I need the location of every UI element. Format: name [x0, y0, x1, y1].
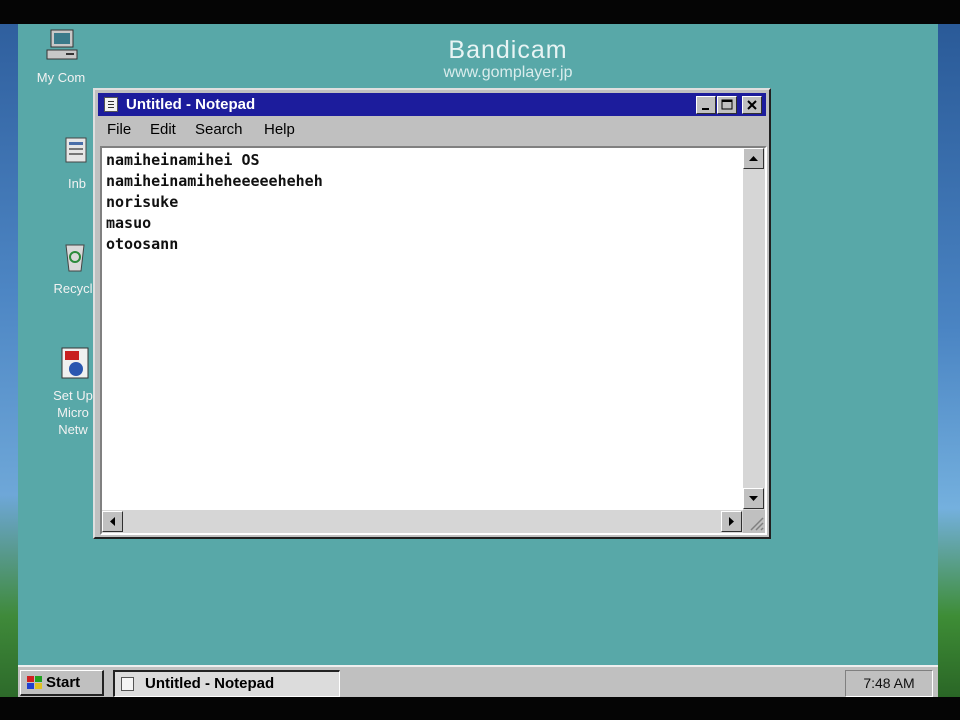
- text-line: norisuke: [106, 193, 179, 211]
- menu-search[interactable]: Search: [195, 121, 243, 139]
- scroll-left-button[interactable]: [102, 511, 123, 532]
- minimize-button[interactable]: [696, 96, 716, 114]
- close-icon: [747, 100, 757, 110]
- scroll-down-button[interactable]: [743, 488, 764, 509]
- scroll-right-button[interactable]: [721, 511, 742, 532]
- desktop-icon-label: My Com: [36, 70, 86, 85]
- text-line: masuo: [106, 214, 152, 232]
- notepad-task-icon: [121, 677, 134, 691]
- close-button[interactable]: [742, 96, 762, 114]
- minimize-icon: [702, 108, 709, 110]
- taskbar: Start Untitled - Notepad 7:48 AM: [18, 665, 938, 697]
- inbox-icon: [65, 137, 87, 163]
- vertical-scrollbar[interactable]: [743, 148, 765, 510]
- menu-help[interactable]: Help: [264, 121, 295, 139]
- resize-grip-icon: [750, 517, 764, 531]
- menu-edit[interactable]: Edit: [150, 121, 176, 139]
- notepad-title-bar[interactable]: Untitled - Notepad: [98, 93, 766, 116]
- maximize-button[interactable]: [717, 96, 737, 114]
- watermark-title: Bandicam: [448, 36, 568, 64]
- window-title: Untitled - Notepad: [126, 96, 256, 113]
- desktop: Bandicam www.gomplayer.jp My Com Inb Rec…: [18, 24, 938, 697]
- host-screen-right-edge: [938, 24, 960, 697]
- arrow-left-icon: [110, 517, 115, 526]
- letterbox-top: [0, 0, 960, 24]
- clock[interactable]: 7:48 AM: [846, 675, 932, 691]
- letterbox-bottom: [0, 697, 960, 720]
- notepad-window: Untitled - Notepad File Edit Search Help…: [93, 88, 771, 539]
- text-line: namiheinamihei OS: [106, 151, 260, 169]
- watermark-url: www.gomplayer.jp: [443, 64, 573, 81]
- text-area[interactable]: namiheinamihei OS namiheinamiheheeeeeheh…: [102, 148, 742, 510]
- notepad-app-icon[interactable]: [104, 97, 118, 112]
- system-tray: 7:48 AM: [845, 670, 933, 697]
- text-editor: namiheinamihei OS namiheinamiheheeeeeheh…: [100, 146, 767, 535]
- maximize-icon: [721, 99, 733, 110]
- windows-logo-icon: [27, 676, 42, 689]
- resize-grip[interactable]: [743, 510, 765, 533]
- menu-file[interactable]: File: [107, 121, 131, 139]
- arrow-up-icon: [749, 156, 758, 161]
- text-line: otoosann: [106, 235, 179, 253]
- taskbar-button-label: Untitled - Notepad: [145, 675, 275, 692]
- scroll-up-button[interactable]: [743, 148, 764, 169]
- taskbar-button-notepad[interactable]: Untitled - Notepad: [113, 670, 340, 697]
- menu-bar: File Edit Search Help: [98, 119, 766, 141]
- text-line: namiheinamiheheeeeeheheh: [106, 172, 323, 190]
- start-label: Start: [46, 674, 81, 691]
- host-screen-left-edge: [0, 24, 18, 697]
- arrow-down-icon: [749, 496, 758, 501]
- msn-setup-icon: [61, 347, 89, 379]
- recycle-bin-icon: [65, 244, 85, 272]
- start-button[interactable]: Start: [20, 670, 104, 696]
- recording-watermark: Bandicam www.gomplayer.jp: [388, 36, 628, 82]
- horizontal-scrollbar[interactable]: [102, 510, 743, 533]
- desktop-icon-my-computer[interactable]: My Com: [18, 28, 106, 86]
- arrow-right-icon: [729, 517, 734, 526]
- my-computer-icon: [46, 29, 78, 60]
